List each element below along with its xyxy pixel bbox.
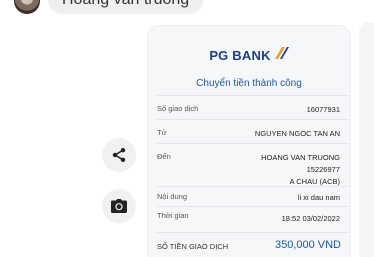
receipt-row-content: Nội dung li xi dau nam [157, 186, 350, 206]
chat-message-text: Hoang van truong [62, 0, 189, 9]
row-label: Nội dung [157, 192, 188, 201]
total-amount: 350,000 VND [274, 239, 341, 251]
row-label: Số giao dịch [157, 104, 199, 113]
row-value: 18:52 03/02/2022 [281, 214, 340, 223]
share-icon [112, 148, 126, 162]
receipt-row-to: Đến HOANG VAN TRUONG 15226977 A CHAU (AC… [157, 143, 350, 186]
row-label: Đến [157, 152, 171, 161]
row-value-line: 15226977 [306, 165, 340, 174]
next-media-preview[interactable] [359, 22, 374, 257]
row-value: li xi dau nam [297, 193, 340, 202]
receipt-total-row: SỐ TIỀN GIAO DỊCH 350,000 VND [157, 232, 350, 251]
row-label: Thời gian [157, 211, 189, 220]
row-value: 16077931 [306, 105, 340, 114]
receipt-row-time: Thời gian 18:52 03/02/2022 [157, 206, 350, 232]
share-button[interactable] [102, 138, 136, 172]
chat-message-bubble[interactable]: Hoang van truong [48, 0, 204, 14]
camera-icon [111, 199, 127, 213]
bank-logo-mark-icon [274, 46, 289, 59]
total-label: SỐ TIỀN GIAO DỊCH [157, 242, 229, 251]
bank-name: PG BANK [209, 48, 271, 63]
row-label: Từ [157, 128, 167, 137]
avatar[interactable] [14, 0, 40, 14]
bank-logo: PG BANK [148, 46, 350, 63]
row-value-line: HOANG VAN TRUONG [261, 153, 340, 162]
transfer-receipt-image[interactable]: PG BANK Chuyển tiền thành công Số giao d… [147, 25, 351, 257]
receipt-row-transaction-id: Số giao dịch 16077931 [157, 95, 350, 119]
row-value: NGUYEN NGOC TAN AN [254, 129, 340, 138]
transfer-status: Chuyển tiền thành công [196, 78, 302, 89]
receipt-row-from: Từ NGUYEN NGOC TAN AN [157, 119, 350, 143]
camera-button[interactable] [102, 189, 136, 223]
